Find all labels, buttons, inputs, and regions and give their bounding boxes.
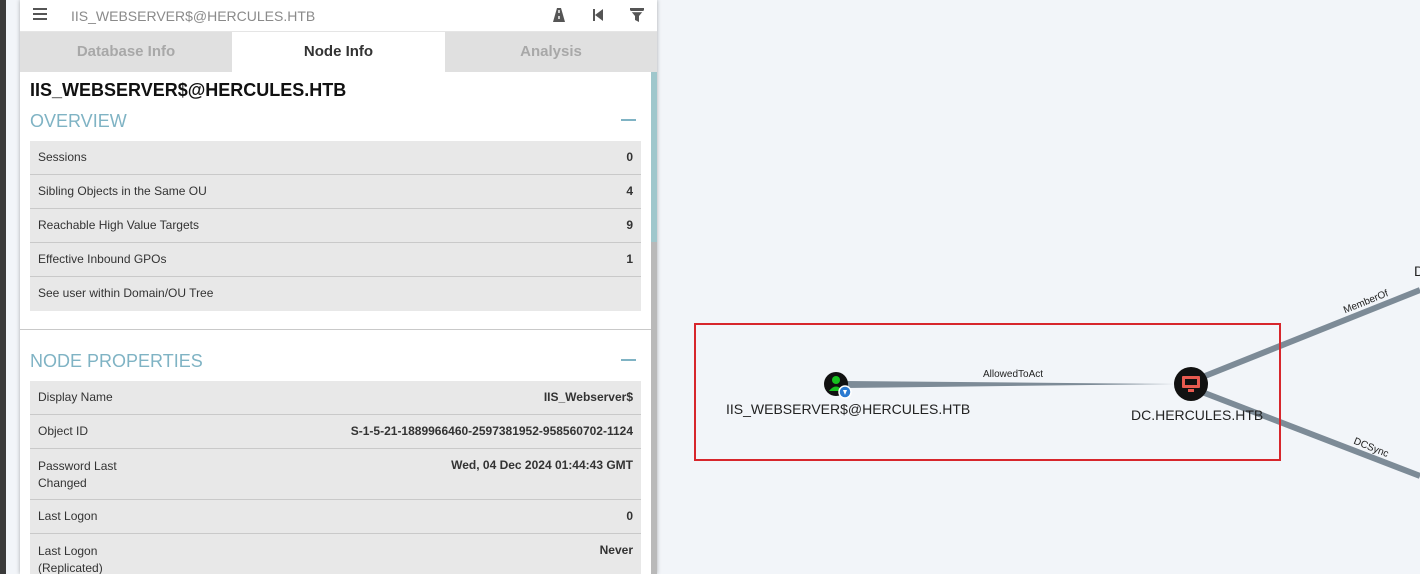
road-icon[interactable] [551, 7, 567, 23]
offscreen-node-label: D [1414, 263, 1420, 279]
node-title: IIS_WEBSERVER$@HERCULES.HTB [30, 80, 347, 100]
skip-back-icon[interactable] [590, 7, 606, 23]
property-row-display-name: Display Name IIS_Webserver$ [30, 381, 641, 415]
edge-dcsync[interactable] [1200, 389, 1420, 479]
source-node-label: IIS_WEBSERVER$@HERCULES.HTB [726, 401, 971, 417]
overview-row-inbound-gpos[interactable]: Effective Inbound GPOs 1 [30, 243, 641, 277]
overview-row-high-value-targets[interactable]: Reachable High Value Targets 9 [30, 209, 641, 243]
overview-collapse-icon[interactable] [621, 119, 636, 121]
node-properties-heading[interactable]: NODE PROPERTIES [30, 351, 203, 372]
edge-label-allowedtoact: AllowedToAct [983, 369, 1044, 380]
row-label: Sibling Objects in the Same OU [38, 184, 207, 198]
target-node-label: DC.HERCULES.HTB [1131, 407, 1264, 423]
search-bar[interactable]: IIS_WEBSERVER$@HERCULES.HTB [20, 0, 657, 32]
overview-row-sibling-objects[interactable]: Sibling Objects in the Same OU 4 [30, 175, 641, 209]
panel-tabs: Database Info Node Info Analysis [20, 32, 657, 72]
tab-database-info[interactable]: Database Info [20, 32, 232, 72]
row-value: Never [599, 543, 633, 557]
property-row-last-logon: Last Logon 0 [30, 500, 641, 534]
panel-scrollbar-lower [651, 242, 657, 574]
computer-node[interactable] [1174, 367, 1208, 401]
row-value: S-1-5-21-1889966460-2597381952-958560702… [350, 424, 633, 438]
property-row-password-last-changed: Password Last Changed Wed, 04 Dec 2024 0… [30, 449, 641, 500]
row-value: IIS_Webserver$ [543, 390, 633, 404]
user-node[interactable] [824, 372, 852, 399]
row-label: See user within Domain/OU Tree [38, 286, 214, 300]
section-divider [20, 329, 651, 330]
row-value: Wed, 04 Dec 2024 01:44:43 GMT [451, 458, 633, 472]
node-info-content[interactable]: IIS_WEBSERVER$@HERCULES.HTB OVERVIEW Ses… [20, 72, 651, 574]
property-row-last-logon-replicated: Last Logon (Replicated) Never [30, 534, 641, 574]
row-label: Password Last Changed [38, 459, 117, 490]
row-value: 9 [626, 218, 633, 232]
row-label: Effective Inbound GPOs [38, 252, 167, 266]
row-label: Last Logon [38, 509, 98, 523]
overview-table: Sessions 0 Sibling Objects in the Same O… [30, 141, 641, 311]
row-value: 1 [626, 252, 633, 266]
tab-node-info[interactable]: Node Info [232, 32, 445, 72]
overview-heading[interactable]: OVERVIEW [30, 111, 127, 132]
row-label: Reachable High Value Targets [38, 218, 199, 232]
node-properties-table: Display Name IIS_Webserver$ Object ID S-… [30, 381, 641, 574]
row-label: Last Logon (Replicated) [38, 544, 103, 574]
row-label: Display Name [38, 390, 113, 404]
search-input[interactable]: IIS_WEBSERVER$@HERCULES.HTB [71, 8, 315, 24]
property-row-object-id: Object ID S-1-5-21-1889966460-2597381952… [30, 415, 641, 449]
window-left-edge [0, 0, 6, 574]
node-info-panel: IIS_WEBSERVER$@HERCULES.HTB Database Inf… [20, 0, 657, 574]
filter-icon[interactable] [629, 7, 645, 23]
hamburger-icon[interactable] [33, 8, 47, 22]
row-label: Sessions [38, 150, 87, 164]
tab-analysis[interactable]: Analysis [445, 32, 657, 72]
overview-row-sessions[interactable]: Sessions 0 [30, 141, 641, 175]
row-value: 4 [626, 184, 633, 198]
edge-memberof[interactable] [1198, 287, 1420, 381]
node-properties-collapse-icon[interactable] [621, 359, 636, 361]
row-value: 0 [626, 509, 633, 523]
row-value: 0 [626, 150, 633, 164]
panel-scrollbar-thumb[interactable] [651, 72, 657, 242]
row-label: Object ID [38, 424, 89, 438]
overview-row-ou-tree[interactable]: See user within Domain/OU Tree [30, 277, 641, 311]
edge-allowedtoact[interactable] [846, 381, 1175, 388]
